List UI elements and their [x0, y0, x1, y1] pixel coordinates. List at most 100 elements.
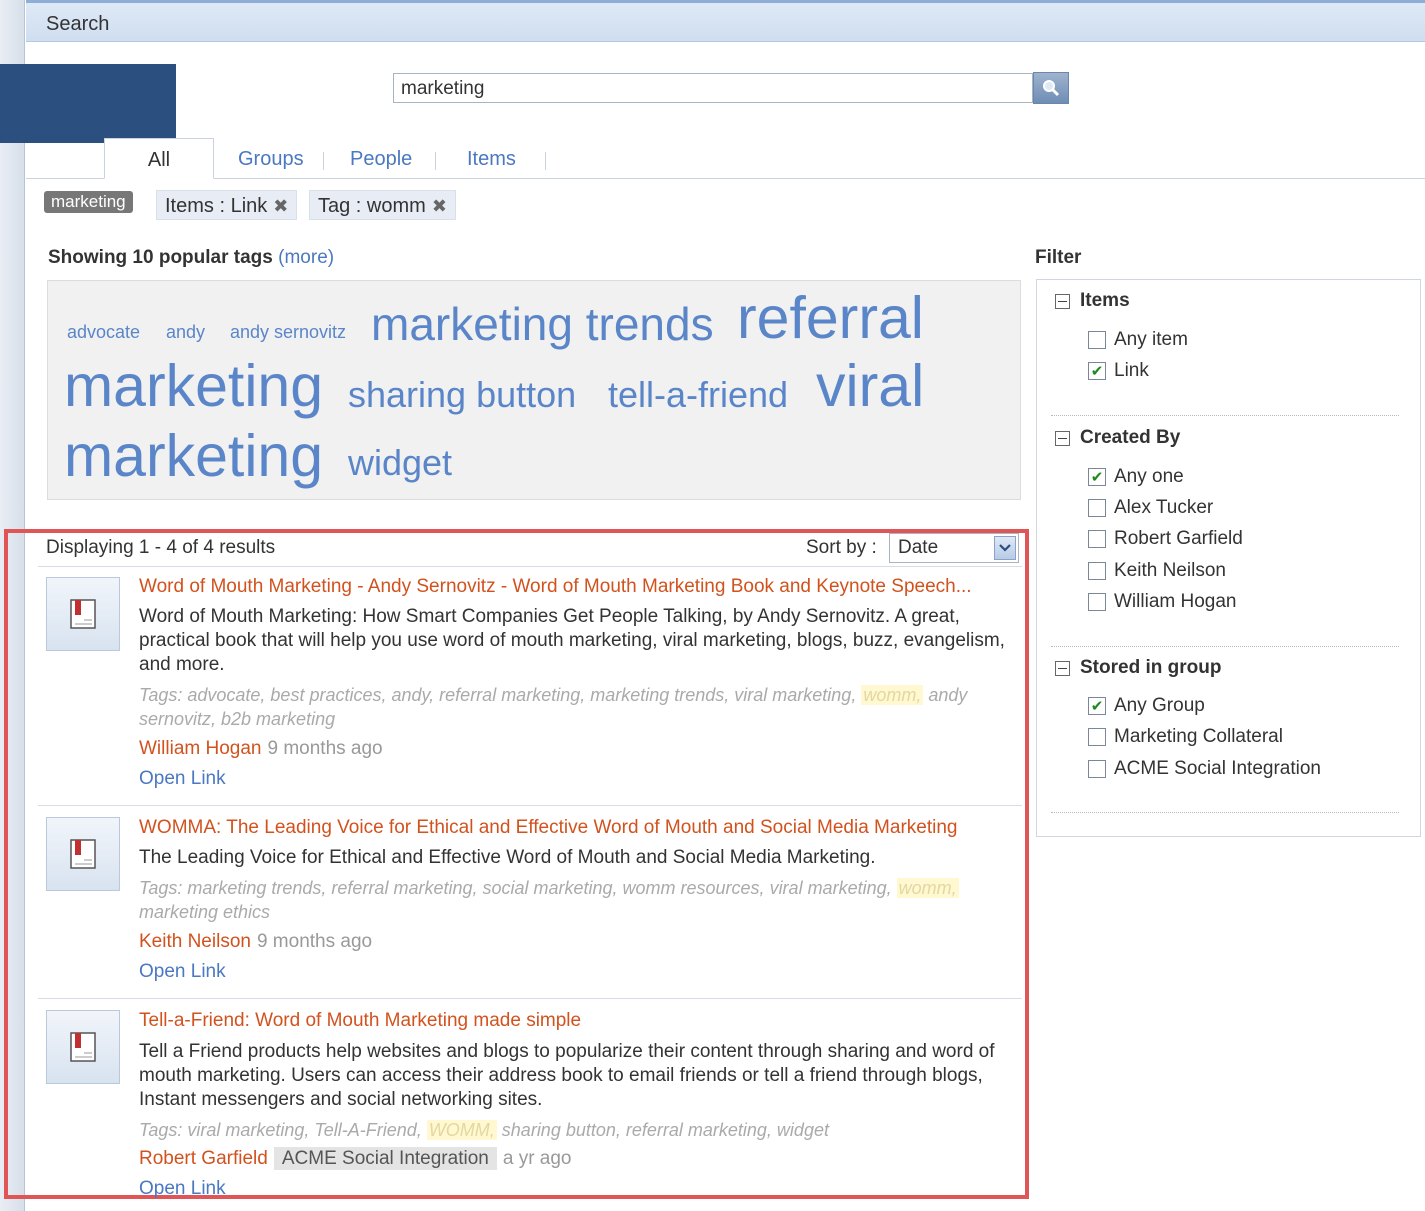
filter-option[interactable]: ✔ Any one	[1088, 466, 1184, 488]
filter-option[interactable]: Robert Garfield	[1088, 528, 1243, 550]
tag-highlight: womm,	[896, 878, 959, 898]
divider	[38, 805, 1022, 806]
tab-all[interactable]: All	[104, 138, 214, 179]
remove-icon[interactable]: ✖	[432, 196, 447, 216]
checkbox[interactable]	[1088, 499, 1106, 517]
tag-cloud-heading-text: Showing 10 popular tags	[48, 247, 273, 268]
tags-text: Tags: advocate, best practices, andy, re…	[139, 685, 857, 705]
section-title: Items	[1080, 290, 1130, 311]
tags-text: marketing ethics	[139, 902, 271, 922]
open-link[interactable]: Open Link	[139, 768, 226, 790]
tag-link[interactable]: widget	[348, 445, 452, 481]
author-link[interactable]: Keith Neilson	[139, 931, 251, 952]
option-label: ACME Social Integration	[1114, 758, 1321, 779]
timestamp: 9 months ago	[267, 738, 383, 759]
tag-link[interactable]: andy	[166, 323, 205, 341]
tag-link[interactable]: advocate	[67, 323, 140, 341]
sort-value: Date	[898, 537, 939, 558]
option-label: Keith Neilson	[1114, 560, 1226, 581]
filter-option[interactable]: Any item	[1088, 329, 1188, 351]
filter-option[interactable]: ✔ Any Group	[1088, 695, 1205, 717]
divider	[1051, 415, 1399, 416]
checkbox[interactable]	[1088, 331, 1106, 349]
collapse-icon[interactable]	[1055, 660, 1070, 676]
result-description: Tell a Friend products help websites and…	[139, 1041, 995, 1110]
tag-cloud: advocate andy andy sernovitz marketing t…	[47, 280, 1021, 500]
tab-items[interactable]: Items	[467, 138, 516, 178]
option-label: Robert Garfield	[1114, 528, 1243, 549]
link-thumbnail[interactable]	[46, 577, 120, 651]
filter-chip-items-link[interactable]: Items : Link ✖	[156, 190, 298, 220]
filter-option[interactable]: Alex Tucker	[1088, 497, 1213, 519]
tag-highlight: womm,	[861, 685, 924, 705]
author-link[interactable]: Robert Garfield	[139, 1148, 268, 1169]
tags-text: sharing button, referral marketing, widg…	[501, 1120, 829, 1140]
filter-option[interactable]: Marketing Collateral	[1088, 726, 1283, 748]
filter-section-stored-in-group[interactable]: Stored in group	[1055, 657, 1221, 679]
header-block	[0, 64, 176, 143]
filter-option[interactable]: ✔ Link	[1088, 360, 1149, 382]
result-meta: Robert Garfield ACME Social Integration a …	[139, 1147, 572, 1170]
option-label: Any item	[1114, 329, 1188, 350]
result-title-link[interactable]: Tell-a-Friend: Word of Mouth Marketing m…	[139, 1010, 1009, 1032]
remove-icon[interactable]: ✖	[273, 196, 288, 216]
results-summary: Displaying 1 - 4 of 4 results	[46, 537, 276, 558]
result-description: The Leading Voice for Ethical and Effect…	[139, 847, 876, 868]
tag-link[interactable]: tell-a-friend	[608, 377, 788, 413]
timestamp: a yr ago	[502, 1148, 572, 1169]
tag-highlight: WOMM,	[426, 1120, 497, 1140]
filter-section-items[interactable]: Items	[1055, 290, 1130, 312]
checkbox-checked[interactable]: ✔	[1088, 468, 1106, 486]
query-chip: marketing	[44, 191, 133, 213]
result-title-link[interactable]: Word of Mouth Marketing - Andy Sernovitz…	[139, 576, 1004, 598]
checkbox-checked[interactable]: ✔	[1088, 697, 1106, 715]
checkbox-checked[interactable]: ✔	[1088, 362, 1106, 380]
tab-people[interactable]: People	[350, 138, 412, 178]
tag-link[interactable]: marketing	[64, 427, 323, 486]
bookmark-page-icon	[70, 1032, 96, 1062]
tag-link[interactable]: marketing	[64, 357, 323, 416]
sort-select[interactable]: Date	[889, 533, 1019, 563]
divider	[38, 998, 1022, 999]
checkbox[interactable]	[1088, 530, 1106, 548]
tag-link[interactable]: sharing button	[348, 377, 576, 413]
group-badge[interactable]: ACME Social Integration	[273, 1147, 497, 1170]
collapse-icon[interactable]	[1055, 293, 1070, 309]
timestamp: 9 months ago	[256, 931, 373, 952]
search-button[interactable]	[1033, 72, 1069, 104]
tag-link[interactable]: referral	[737, 289, 924, 348]
tags-text: Tags: viral marketing, Tell-A-Friend,	[139, 1120, 422, 1140]
section-title: Stored in group	[1080, 657, 1222, 678]
checkbox[interactable]	[1088, 562, 1106, 580]
open-link[interactable]: Open Link	[139, 1178, 226, 1200]
filter-section-created-by[interactable]: Created By	[1055, 427, 1180, 449]
page-title: Search	[46, 13, 110, 35]
tag-link[interactable]: andy sernovitz	[230, 323, 346, 341]
search-input[interactable]: marketing	[393, 73, 1033, 103]
result-title-link[interactable]: WOMMA: The Leading Voice for Ethical and…	[139, 817, 1009, 839]
option-label: Link	[1114, 360, 1149, 381]
checkbox[interactable]	[1088, 593, 1106, 611]
more-tags-link[interactable]: (more)	[278, 247, 334, 268]
tags-text: Tags: marketing trends, referral marketi…	[139, 878, 892, 898]
checkbox[interactable]	[1088, 728, 1106, 746]
filter-option[interactable]: Keith Neilson	[1088, 560, 1226, 582]
filter-option[interactable]: ACME Social Integration	[1088, 758, 1321, 780]
author-link[interactable]: William Hogan	[139, 738, 261, 759]
filter-option[interactable]: William Hogan	[1088, 591, 1236, 613]
tag-link[interactable]: viral	[816, 357, 924, 416]
result-tabs: All Groups People Items	[26, 138, 1425, 179]
tag-link[interactable]: marketing trends	[371, 301, 714, 347]
result-meta: Keith Neilson 9 months ago	[139, 931, 372, 953]
tab-separator	[323, 152, 324, 170]
link-thumbnail[interactable]	[46, 817, 120, 891]
link-thumbnail[interactable]	[46, 1010, 120, 1084]
tab-separator	[545, 152, 546, 170]
tab-groups[interactable]: Groups	[238, 138, 304, 178]
collapse-icon[interactable]	[1055, 430, 1070, 446]
chevron-down-icon[interactable]	[994, 536, 1016, 560]
checkbox[interactable]	[1088, 760, 1106, 778]
filter-chip-tag-womm[interactable]: Tag : womm ✖	[309, 190, 456, 220]
section-title: Created By	[1080, 427, 1181, 448]
open-link[interactable]: Open Link	[139, 961, 226, 983]
